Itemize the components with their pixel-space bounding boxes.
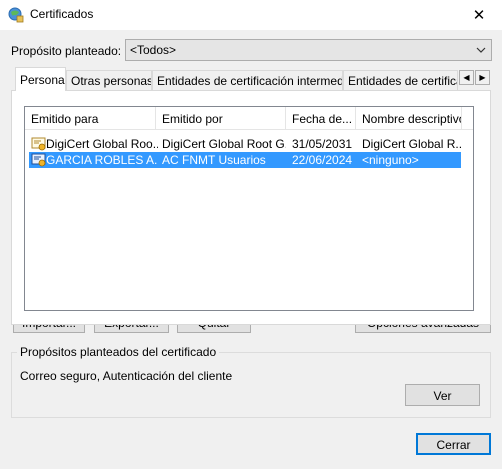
close-icon[interactable]: ✕ <box>456 0 502 30</box>
tab-entidades-intermedias[interactable]: Entidades de certificación intermedias <box>152 70 343 90</box>
purposes-text: Correo seguro, Autenticación del cliente <box>20 369 233 383</box>
list-header: Emitido para Emitido por Fecha de... Nom… <box>25 107 473 130</box>
tab-panel-personal: Emitido para Emitido por Fecha de... Nom… <box>11 90 491 325</box>
tab-label: Otras personas <box>71 74 152 88</box>
tab-scroll-left-icon[interactable]: ◀ <box>459 70 474 85</box>
certificate-icon <box>31 137 46 151</box>
cell-friendly-name: DigiCert Global R... <box>362 137 462 151</box>
cell-expiration: 22/06/2024 <box>292 153 353 167</box>
view-button[interactable]: Ver <box>405 384 480 406</box>
tab-otras-personas[interactable]: Otras personas <box>66 70 152 90</box>
certificate-manager-icon <box>8 7 24 23</box>
column-header-friendly-name[interactable]: Nombre descriptivo <box>356 107 462 130</box>
dialog-body: Propósito planteado: <Todos> Personal Ot… <box>0 30 502 469</box>
chevron-down-icon <box>475 41 487 62</box>
cell-expiration: 31/05/2031 <box>292 137 353 151</box>
purpose-label: Propósito planteado: <box>11 44 122 58</box>
tab-label: Personal <box>20 73 66 87</box>
tab-entidades-raiz[interactable]: Entidades de certificaci <box>343 70 458 90</box>
certificate-list[interactable]: Emitido para Emitido por Fecha de... Nom… <box>24 106 474 311</box>
tab-label: Entidades de certificación intermedias <box>157 74 343 88</box>
table-row[interactable]: DigiCert Global Roo... DigiCert Global R… <box>29 136 462 152</box>
column-header-issued-by[interactable]: Emitido por <box>156 107 286 130</box>
tab-personal[interactable]: Personal <box>15 67 66 91</box>
close-button[interactable]: Cerrar <box>416 433 491 455</box>
column-header-issued-to[interactable]: Emitido para <box>25 107 156 130</box>
cell-issued-by: AC FNMT Usuarios <box>162 153 266 167</box>
group-title: Propósitos planteados del certificado <box>17 345 220 359</box>
cell-issued-by: DigiCert Global Root G... <box>162 137 286 151</box>
cell-issued-to: DigiCert Global Roo... <box>46 137 158 151</box>
column-header-expiration[interactable]: Fecha de... <box>286 107 356 130</box>
window-title: Certificados <box>30 7 94 21</box>
cell-friendly-name: <ninguno> <box>362 153 419 167</box>
purpose-selected-value: <Todos> <box>130 43 177 57</box>
cell-issued-to: GARCIA ROBLES A... <box>46 153 158 167</box>
certificate-icon <box>31 153 46 167</box>
table-row-selected[interactable]: GARCIA ROBLES A... AC FNMT Usuarios 22/0… <box>29 152 461 168</box>
title-bar: Certificados ✕ <box>0 0 502 30</box>
tab-label: Entidades de certificaci <box>348 74 457 88</box>
purpose-dropdown[interactable]: <Todos> <box>125 39 492 61</box>
tab-scroll-right-icon[interactable]: ▶ <box>475 70 490 85</box>
